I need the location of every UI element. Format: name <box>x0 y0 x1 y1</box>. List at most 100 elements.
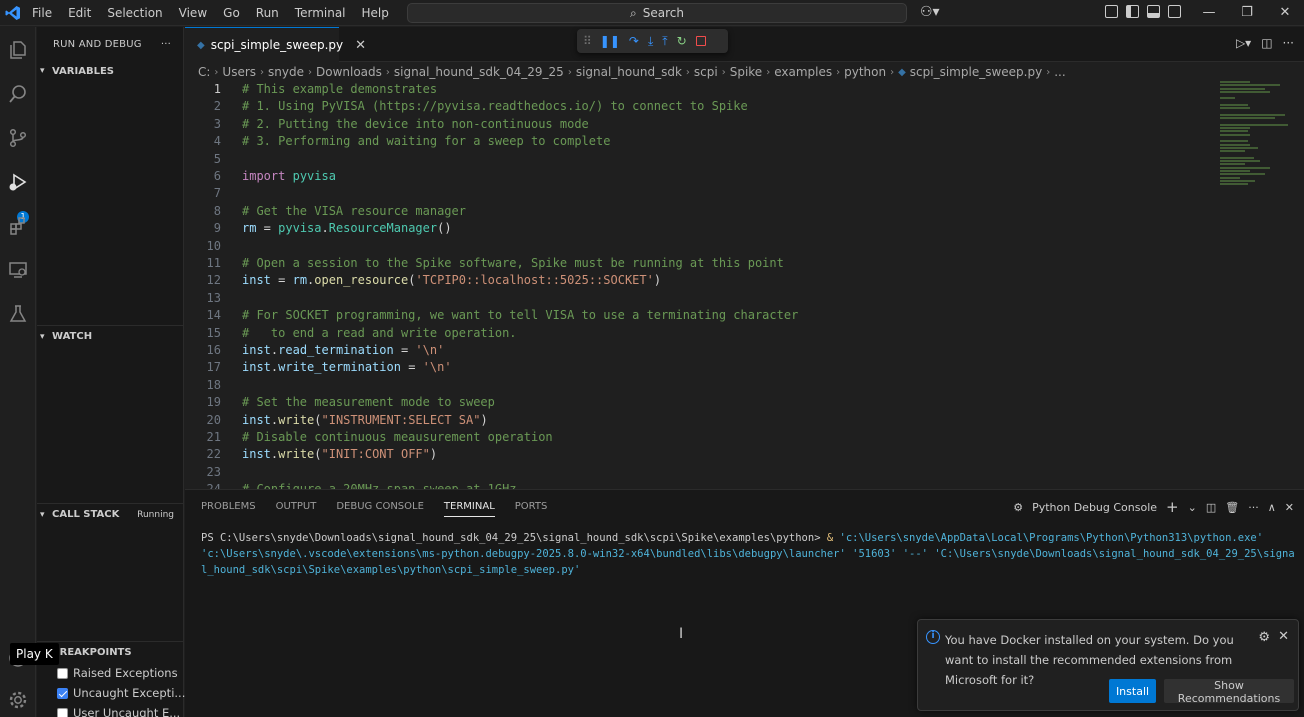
line-number[interactable]: 22 <box>185 446 221 463</box>
breakpoint-checkbox[interactable] <box>57 707 68 717</box>
breadcrumb-item[interactable]: C: <box>198 65 210 79</box>
line-number[interactable]: 3 <box>185 116 221 133</box>
minimap[interactable] <box>1220 81 1290 186</box>
line-number[interactable]: 4 <box>185 133 221 150</box>
pause-icon[interactable]: ❚❚ <box>600 29 620 53</box>
copilot-icon[interactable]: ⚇▾ <box>920 4 940 20</box>
line-number[interactable]: 10 <box>185 238 221 255</box>
tab-problems[interactable]: PROBLEMS <box>201 501 256 512</box>
close-panel-icon[interactable]: ✕ <box>1285 501 1294 514</box>
line-number[interactable]: 2 <box>185 98 221 115</box>
toggle-panel-icon[interactable] <box>1147 5 1160 18</box>
menu-item-terminal[interactable]: Terminal <box>287 0 354 26</box>
tab-ports[interactable]: PORTS <box>515 501 548 512</box>
maximize-panel-icon[interactable]: ∧ <box>1268 501 1276 514</box>
breadcrumb-item[interactable]: Spike <box>730 65 762 79</box>
line-number[interactable]: 19 <box>185 394 221 411</box>
line-number[interactable]: 21 <box>185 429 221 446</box>
line-number[interactable]: 16 <box>185 342 221 359</box>
trash-icon[interactable]: 🗑 <box>1225 501 1239 514</box>
more-actions-icon[interactable]: ··· <box>1283 36 1294 50</box>
line-number[interactable]: 9 <box>185 220 221 237</box>
menu-item-help[interactable]: Help <box>354 0 397 26</box>
search-icon[interactable] <box>5 81 31 107</box>
testing-icon[interactable] <box>5 301 31 327</box>
line-number[interactable]: 14 <box>185 307 221 324</box>
breadcrumb-item[interactable]: Downloads <box>316 65 382 79</box>
toggle-secondary-sidebar-icon[interactable] <box>1168 5 1181 18</box>
line-number[interactable]: 13 <box>185 290 221 307</box>
breadcrumb-item[interactable]: python <box>844 65 886 79</box>
show-recommendations-button[interactable]: Show Recommendations <box>1164 679 1294 705</box>
step-out-icon[interactable]: ⤒ <box>662 29 667 53</box>
tab-debug-console[interactable]: DEBUG CONSOLE <box>336 501 424 512</box>
minimize-icon[interactable]: — <box>1190 0 1228 26</box>
extensions-icon[interactable] <box>5 213 31 239</box>
line-number[interactable]: 23 <box>185 464 221 481</box>
tab-terminal[interactable]: TERMINAL <box>443 501 495 517</box>
line-number[interactable]: 12 <box>185 272 221 289</box>
run-file-icon[interactable]: ▷▾ <box>1236 36 1251 50</box>
line-number[interactable]: 5 <box>185 151 221 168</box>
toggle-primary-sidebar-icon[interactable] <box>1126 5 1139 18</box>
line-number[interactable]: 7 <box>185 185 221 202</box>
more-actions-icon[interactable]: ··· <box>161 39 171 50</box>
breakpoint-checkbox[interactable] <box>57 687 68 699</box>
line-number[interactable]: 18 <box>185 377 221 394</box>
breadcrumb-item[interactable]: snyde <box>268 65 304 79</box>
menu-item-edit[interactable]: Edit <box>60 0 99 26</box>
install-button[interactable]: Install <box>1109 679 1156 703</box>
line-number[interactable]: 15 <box>185 325 221 342</box>
explorer-icon[interactable] <box>5 37 31 63</box>
menu-item-run[interactable]: Run <box>248 0 287 26</box>
command-center-search[interactable]: ⌕ Search <box>407 3 907 23</box>
line-number[interactable]: 6 <box>185 168 221 185</box>
menu-item-view[interactable]: View <box>171 0 215 26</box>
breakpoints-section[interactable]: ▾ BREAKPOINTS <box>37 641 184 663</box>
run-and-debug-icon[interactable] <box>5 169 31 195</box>
breadcrumb-item[interactable]: scpi_simple_sweep.py <box>910 65 1042 79</box>
drag-handle-icon[interactable]: ⠿ <box>583 29 592 53</box>
menu-item-selection[interactable]: Selection <box>99 0 170 26</box>
gear-icon[interactable]: ⚙ <box>1258 630 1270 645</box>
breakpoint-item[interactable]: Uncaught Excepti... <box>57 686 185 700</box>
line-number[interactable]: 17 <box>185 359 221 376</box>
manage-gear-icon[interactable] <box>5 687 31 713</box>
remote-explorer-icon[interactable] <box>5 257 31 283</box>
close-icon[interactable]: ✕ <box>355 38 366 53</box>
call-stack-section[interactable]: ▾ CALL STACK Running <box>37 503 184 525</box>
split-editor-icon[interactable]: ◫ <box>1261 36 1272 50</box>
line-number[interactable]: 11 <box>185 255 221 272</box>
menu-item-go[interactable]: Go <box>215 0 248 26</box>
terminal-name[interactable]: Python Debug Console <box>1032 501 1157 514</box>
line-number[interactable]: 24 <box>185 481 221 489</box>
line-number[interactable]: 8 <box>185 203 221 220</box>
breadcrumb-item[interactable]: scpi <box>694 65 718 79</box>
stop-icon[interactable] <box>695 36 706 46</box>
new-terminal-icon[interactable]: + <box>1166 498 1179 516</box>
watch-section[interactable]: ▾ WATCH <box>37 325 184 347</box>
step-into-icon[interactable]: ⤓ <box>648 29 653 53</box>
tab-scpi-simple-sweep[interactable]: ◆ scpi_simple_sweep.py ✕ <box>185 27 366 62</box>
tab-output[interactable]: OUTPUT <box>276 501 317 512</box>
breadcrumb-item[interactable]: signal_hound_sdk_04_29_25 <box>394 65 564 79</box>
breakpoint-item[interactable]: Raised Exceptions <box>57 666 178 680</box>
terminal-output[interactable]: PS C:\Users\snyde\Downloads\signal_hound… <box>201 530 1296 578</box>
more-actions-icon[interactable]: ··· <box>1248 501 1259 514</box>
breakpoint-checkbox[interactable] <box>57 667 68 679</box>
breadcrumb-item[interactable]: signal_hound_sdk <box>576 65 682 79</box>
menu-item-file[interactable]: File <box>24 0 60 26</box>
line-number[interactable]: 1 <box>185 81 221 98</box>
source-control-icon[interactable] <box>5 125 31 151</box>
customize-layout-icon[interactable] <box>1105 5 1118 18</box>
breakpoint-item[interactable]: User Uncaught E... <box>57 706 180 717</box>
step-over-icon[interactable]: ↷ <box>629 29 639 53</box>
breadcrumb-item[interactable]: Users <box>222 65 256 79</box>
restart-icon[interactable]: ↻ <box>677 29 687 53</box>
split-terminal-icon[interactable]: ◫ <box>1206 501 1216 514</box>
variables-section[interactable]: ▾ VARIABLES <box>37 60 184 82</box>
breadcrumb-item[interactable]: examples <box>774 65 832 79</box>
breadcrumb-item[interactable]: ... <box>1054 65 1065 79</box>
close-icon[interactable]: ✕ <box>1278 629 1289 644</box>
chevron-down-icon[interactable]: ⌄ <box>1188 501 1197 514</box>
